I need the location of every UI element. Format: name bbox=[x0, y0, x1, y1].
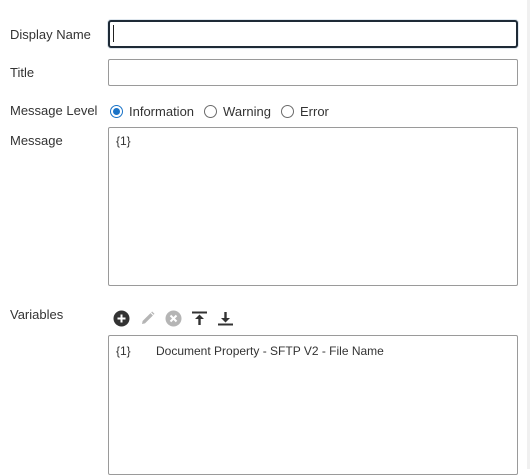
radio-error-button[interactable] bbox=[280, 104, 294, 118]
plus-circle-icon bbox=[113, 310, 129, 326]
variable-key: {1} bbox=[116, 343, 131, 358]
move-to-top-button[interactable] bbox=[189, 308, 209, 328]
variables-label: Variables bbox=[10, 307, 64, 322]
text-cursor bbox=[113, 25, 114, 42]
title-label: Title bbox=[10, 65, 35, 80]
message-level-radio-group: Information Warning Error bbox=[110, 103, 339, 119]
message-textarea[interactable]: {1} bbox=[108, 127, 518, 286]
delete-variable-button[interactable] bbox=[163, 308, 183, 328]
message-level-label: Message Level bbox=[10, 103, 98, 118]
move-to-top-icon bbox=[191, 311, 207, 325]
message-text: {1} bbox=[116, 134, 131, 148]
x-circle-icon bbox=[165, 310, 181, 326]
radio-error[interactable]: Error bbox=[280, 103, 329, 119]
move-to-bottom-button[interactable] bbox=[215, 308, 235, 328]
radio-error-label: Error bbox=[299, 103, 329, 119]
variables-list[interactable]: {1} Document Property - SFTP V2 - File N… bbox=[108, 335, 518, 475]
pencil-icon bbox=[141, 311, 154, 324]
variable-value: Document Property - SFTP V2 - File Name bbox=[156, 343, 384, 358]
radio-warning-button[interactable] bbox=[204, 104, 218, 118]
variable-row[interactable]: {1} Document Property - SFTP V2 - File N… bbox=[116, 342, 510, 359]
display-name-label: Display Name bbox=[10, 27, 91, 42]
title-input[interactable] bbox=[108, 59, 518, 86]
add-variable-button[interactable] bbox=[111, 308, 131, 328]
message-label: Message bbox=[10, 133, 63, 148]
variables-toolbar bbox=[111, 308, 241, 328]
radio-information[interactable]: Information bbox=[110, 104, 194, 119]
radio-information-button[interactable] bbox=[110, 104, 123, 118]
radio-warning[interactable]: Warning bbox=[204, 104, 271, 119]
edit-variable-button[interactable] bbox=[137, 308, 157, 328]
display-name-input[interactable] bbox=[108, 20, 518, 48]
move-to-bottom-icon bbox=[217, 311, 233, 325]
radio-warning-label: Warning bbox=[223, 103, 271, 119]
radio-information-label: Information bbox=[129, 103, 195, 119]
